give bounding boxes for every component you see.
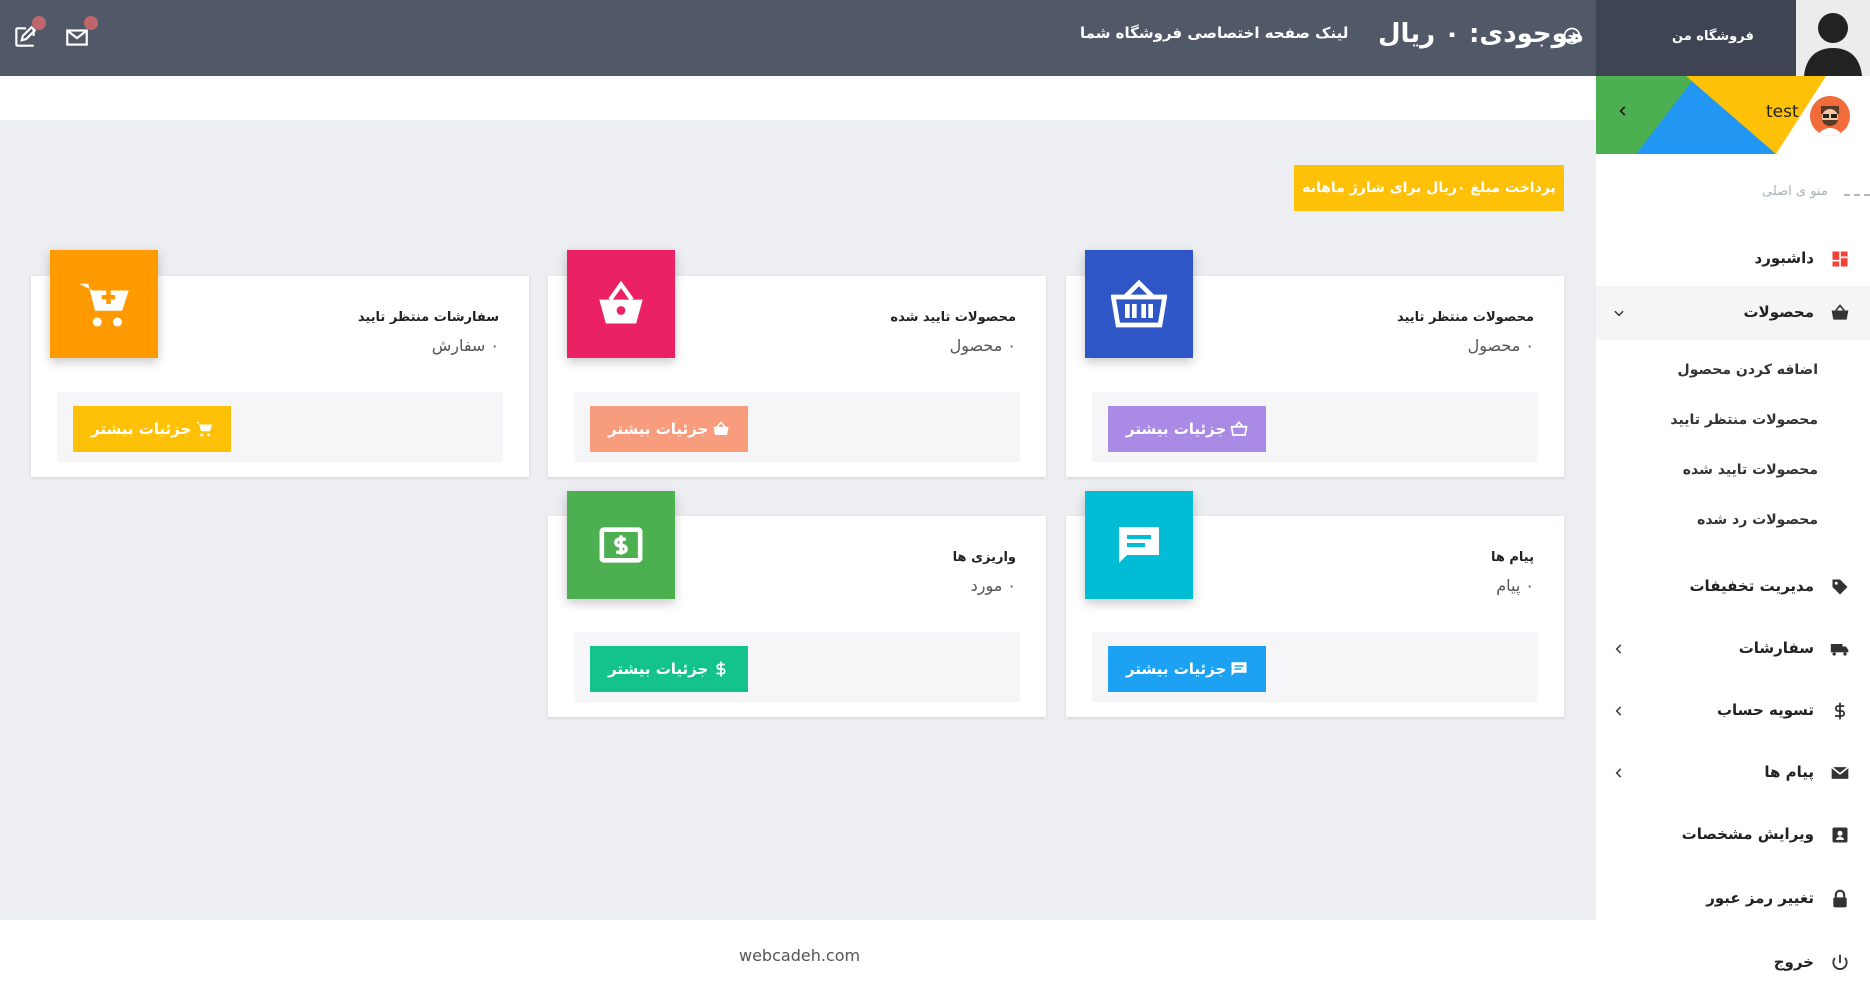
sidebar-item-label: محصولات	[1743, 303, 1814, 321]
mail-icon[interactable]	[64, 16, 98, 50]
card-footer: جزئیات بیشتر	[1092, 392, 1538, 462]
more-details-button[interactable]: جزئیات بیشتر	[590, 406, 749, 452]
sidebar-item-label: سفارشات	[1738, 639, 1814, 657]
card-title: سفارشات منتظر تایید	[357, 310, 499, 325]
message-icon	[1119, 527, 1159, 563]
balance-text: موجودی: ۰ ریال	[1378, 19, 1585, 49]
chevron-down-icon	[1614, 310, 1624, 317]
lock-icon	[1833, 889, 1847, 908]
more-details-button[interactable]: جزئیات بیشتر	[590, 646, 749, 692]
tag-icon	[1832, 579, 1848, 595]
more-details-button[interactable]: جزئیات بیشتر	[1108, 646, 1267, 692]
card-footer: جزئیات بیشتر	[57, 392, 503, 462]
card-footer: جزئیات بیشتر	[574, 632, 1020, 702]
footer-link[interactable]: webcadeh.com	[739, 946, 860, 965]
sidebar-item-label: تغییر رمز عبور	[1706, 889, 1814, 907]
money-bill-icon	[599, 527, 643, 563]
card-icon-tile	[567, 491, 675, 599]
sidebar-item-change-password[interactable]: تغییر رمز عبور	[1596, 872, 1870, 926]
sidebar-subitem-approved-products[interactable]: محصولات تایید شده	[1683, 462, 1818, 478]
card-footer: جزئیات بیشتر	[1092, 632, 1538, 702]
sidebar-item-label: پیام ها	[1764, 763, 1814, 781]
footer: webcadeh.com	[0, 920, 1596, 992]
store-avatar	[1796, 0, 1870, 76]
login-icon[interactable]	[1562, 26, 1582, 46]
sidebar-item-label: تسویه حساب	[1716, 701, 1814, 719]
card-title: محصولات تایید شده	[890, 310, 1016, 325]
sidebar-subitem-pending-products[interactable]: محصولات منتظر تایید	[1670, 412, 1818, 428]
sidebar-item-messages[interactable]: پیام ها	[1596, 746, 1870, 800]
sidebar-item-discounts[interactable]: مدیریت تخفیفات	[1596, 560, 1870, 614]
mail-icon	[1831, 766, 1849, 779]
chevron-left-icon[interactable]	[1616, 104, 1630, 118]
basket-icon	[1111, 279, 1167, 328]
dashboard-icon	[1832, 251, 1848, 267]
more-details-label: جزئیات بیشتر	[91, 420, 192, 438]
basket-icon	[1230, 420, 1248, 436]
cart-plus-icon	[79, 283, 129, 327]
card-title: محصولات منتظر تایید	[1396, 310, 1534, 325]
chevron-left-icon	[1615, 768, 1622, 778]
store-title: فروشگاه من	[1672, 29, 1754, 44]
basket-icon	[599, 280, 643, 324]
sidebar-item-dashboard[interactable]: داشبورد	[1596, 232, 1870, 286]
sidebar-header: فروشگاه من	[1596, 0, 1870, 76]
top-strip	[0, 76, 1596, 120]
card-footer: جزئیات بیشتر	[574, 392, 1020, 462]
sidebar: فروشگاه من test منو ی اصلی داشبورد محصول…	[1596, 0, 1870, 992]
card-title: پیام ها	[1490, 550, 1534, 565]
card-icon-tile	[1085, 250, 1193, 358]
menu-heading: منو ی اصلی	[1762, 184, 1828, 199]
pay-monthly-button[interactable]: پرداخت مبلغ ۰ریال برای شارژ ماهانه	[1294, 165, 1564, 211]
user-avatar[interactable]	[1810, 96, 1850, 136]
sidebar-item-edit-profile[interactable]: ویرایش مشخصات	[1596, 808, 1870, 862]
more-details-label: جزئیات بیشتر	[608, 660, 709, 678]
store-page-link[interactable]: لینک صفحه اختصاصی فروشگاه شما	[1080, 24, 1348, 42]
card-value: ۰ محصول	[949, 336, 1016, 355]
sidebar-item-label: ویرایش مشخصات	[1681, 825, 1814, 843]
basket-icon	[713, 421, 729, 435]
power-icon	[1832, 954, 1848, 970]
card-value: ۰ مورد	[970, 576, 1016, 595]
top-bar: لینک صفحه اختصاصی فروشگاه شما موجودی: ۰ …	[0, 0, 1596, 76]
sidebar-item-settlement[interactable]: تسویه حساب	[1596, 684, 1870, 738]
more-details-label: جزئیات بیشتر	[1126, 420, 1227, 438]
chevron-left-icon	[1615, 706, 1622, 716]
card-icon-tile	[1085, 491, 1193, 599]
dollar-icon	[716, 661, 726, 677]
more-details-button[interactable]: جزئیات بیشتر	[1108, 406, 1267, 452]
cart-icon	[196, 422, 213, 437]
card-value: ۰ سفارش	[431, 336, 499, 355]
sidebar-item-logout[interactable]: خروج	[1596, 936, 1870, 990]
more-details-label: جزئیات بیشتر	[608, 420, 709, 438]
sidebar-item-orders[interactable]: سفارشات	[1596, 622, 1870, 676]
dollar-icon	[1834, 702, 1846, 720]
message-icon	[1231, 662, 1247, 676]
basket-icon	[1831, 304, 1849, 320]
edit-icon[interactable]	[12, 16, 46, 50]
more-details-button[interactable]: جزئیات بیشتر	[73, 406, 232, 452]
card-value: ۰ پیام	[1496, 576, 1534, 595]
sidebar-subitem-add-product[interactable]: اضافه کردن محصول	[1678, 362, 1818, 378]
menu-divider	[1844, 194, 1870, 196]
card-title: واریزی ها	[952, 550, 1016, 565]
sidebar-item-label: خروج	[1773, 953, 1814, 971]
card-icon-tile	[567, 250, 675, 358]
card-icon-tile	[50, 250, 158, 358]
sidebar-item-products[interactable]: محصولات	[1596, 286, 1870, 340]
sidebar-item-label: داشبورد	[1754, 249, 1814, 267]
id-card-icon	[1832, 827, 1848, 843]
card-value: ۰ محصول	[1467, 336, 1534, 355]
sidebar-subitem-rejected-products[interactable]: محصولات رد شده	[1697, 512, 1818, 528]
username: test	[1766, 102, 1799, 122]
more-details-label: جزئیات بیشتر	[1126, 660, 1227, 678]
chevron-left-icon	[1615, 644, 1622, 654]
sidebar-item-label: مدیریت تخفیفات	[1689, 577, 1814, 595]
truck-icon	[1830, 644, 1849, 656]
